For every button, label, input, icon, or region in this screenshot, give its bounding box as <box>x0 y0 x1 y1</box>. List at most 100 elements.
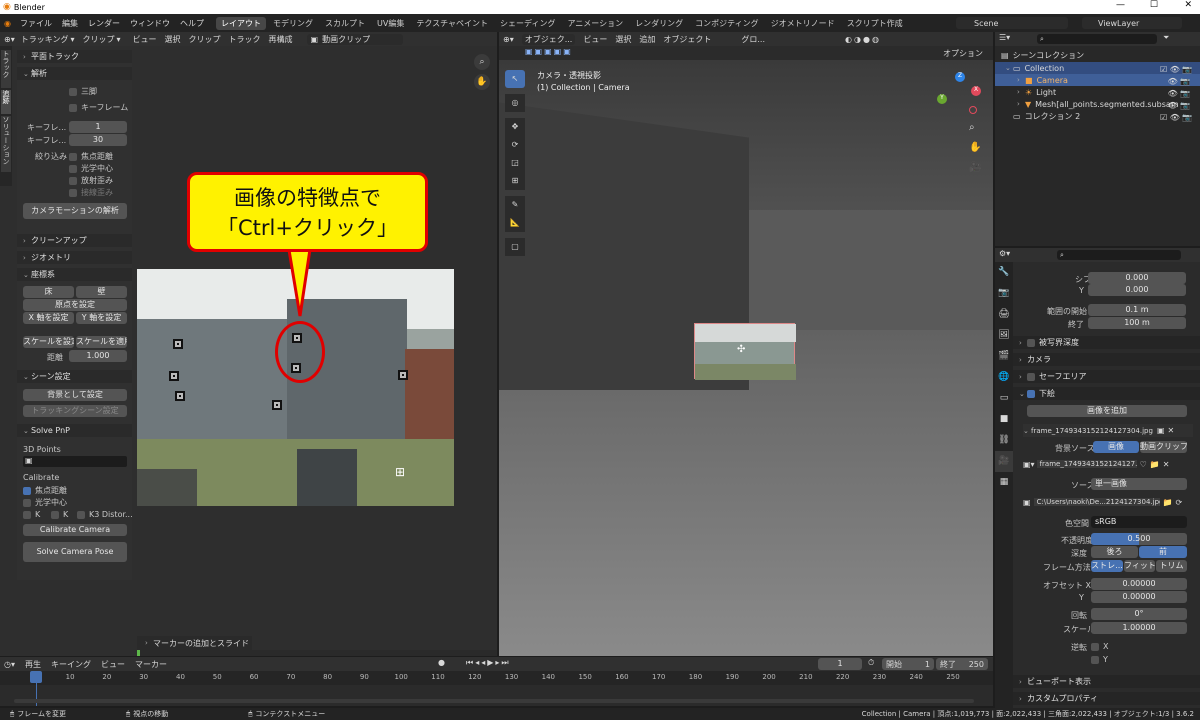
record-button[interactable]: ● <box>438 658 445 667</box>
panel-scene-setup[interactable]: ⌄ シーン設定 <box>17 370 132 383</box>
add-image-button[interactable]: 画像を追加 <box>1027 405 1187 417</box>
transform-orientation-dropdown[interactable]: グロ... <box>741 34 765 45</box>
timeline[interactable]: 1102030405060708090100110120130140150160… <box>0 671 993 706</box>
camera-panel[interactable]: › カメラ <box>1013 353 1200 366</box>
browse-folder-icon[interactable]: 📁 <box>1163 498 1173 507</box>
world-tab-icon[interactable]: 🌐 <box>995 367 1013 388</box>
offset-x-field[interactable]: 0.00000 <box>1091 578 1187 590</box>
tab-track[interactable]: トラック <box>1 50 11 88</box>
viewport-menu-item-3[interactable]: オブジェクト <box>663 34 711 45</box>
track-marker[interactable] <box>173 339 183 349</box>
panel-solve-pnp[interactable]: ⌄ Solve PnP <box>17 424 132 437</box>
workspace-tab-9[interactable]: ジオメトリノード <box>766 17 840 30</box>
k1-checkbox[interactable]: K <box>23 510 40 519</box>
tab-solution[interactable]: ソリューション <box>1 116 11 172</box>
clip-end-field[interactable]: 100 m <box>1088 317 1186 329</box>
frame-stretch-button[interactable]: ストレ... <box>1091 560 1123 572</box>
timeline-menu-item-1[interactable]: キーイング <box>51 659 91 670</box>
workspace-tab-7[interactable]: レンダリング <box>630 17 688 30</box>
offset-y-field[interactable]: 0.00000 <box>1091 591 1187 603</box>
measure-tool-icon[interactable]: 📐 <box>505 214 525 232</box>
cal-focal-checkbox[interactable]: 焦点距離 <box>23 485 67 496</box>
scene-tab-icon[interactable]: 🎬 <box>995 346 1013 367</box>
refine-optical-checkbox[interactable]: 光学中心 <box>69 163 113 174</box>
depth-front-button[interactable]: 前 <box>1139 546 1187 558</box>
rotation-field[interactable]: 0° <box>1091 608 1187 620</box>
menu-item-1[interactable]: 編集 <box>62 18 78 29</box>
viewlayer-selector[interactable]: ViewLayer <box>1082 17 1182 29</box>
viewport-shading-icons[interactable]: ◐◑●◍ <box>845 35 881 44</box>
properties-search[interactable]: ⌕ <box>1057 250 1181 260</box>
depth-back-button[interactable]: 後ろ <box>1091 546 1138 558</box>
menu-item-3[interactable]: ウィンドウ <box>130 18 170 29</box>
outliner-editor-icon[interactable]: ☰▾ <box>999 33 1010 42</box>
panel-cleanup[interactable]: › クリーンアップ <box>17 234 132 247</box>
menu-item-4[interactable]: ヘルプ <box>180 18 204 29</box>
add-cube-tool-icon[interactable]: ▢ <box>505 238 525 256</box>
close-window-button[interactable]: ✕ <box>1184 0 1192 10</box>
minimize-button[interactable]: — <box>1116 0 1125 10</box>
viewport-pan-icon[interactable]: ✋ <box>969 142 981 153</box>
viewport-display-panel[interactable]: › ビューポート表示 <box>1013 675 1200 688</box>
move-tool-icon[interactable]: ✥ <box>505 118 525 136</box>
outliner-search[interactable]: ⌕ <box>1037 34 1157 44</box>
setup-tracking-scene-button[interactable]: トラッキングシーン設定 <box>23 405 127 417</box>
end-frame-field[interactable]: 終了 250 <box>936 658 988 670</box>
track-marker[interactable] <box>398 370 408 380</box>
clip-menu-item-3[interactable]: トラック <box>229 34 261 45</box>
clip-menu-item-0[interactable]: ビュー <box>133 34 157 45</box>
k2-checkbox[interactable]: K <box>51 510 68 519</box>
workspace-tab-1[interactable]: モデリング <box>268 17 318 30</box>
workspace-tab-3[interactable]: UV編集 <box>372 17 409 30</box>
panel-solve[interactable]: ⌄ 解析 <box>17 67 132 80</box>
clip-menu-item-2[interactable]: クリップ <box>189 34 221 45</box>
bg-visibility-icon[interactable]: ▣ <box>1157 426 1165 435</box>
camera-bg-image[interactable]: ✣ <box>694 323 796 380</box>
maximize-button[interactable]: ☐ <box>1150 0 1158 10</box>
timeline-scrollbar[interactable] <box>14 699 974 703</box>
texture-tab-icon[interactable]: ▦ <box>995 472 1013 493</box>
transform-tool-icon[interactable]: ⊞ <box>505 172 525 190</box>
opacity-slider[interactable]: 0.500 <box>1091 533 1187 545</box>
colorspace-dropdown[interactable]: sRGB <box>1091 516 1187 528</box>
data-tab-icon[interactable]: 🎥 <box>995 451 1013 472</box>
set-floor-button[interactable]: 床 <box>23 286 74 298</box>
select-mode-icons[interactable]: ▣▣▣▣▣ <box>525 47 573 56</box>
dof-panel[interactable]: › 被写界深度 <box>1013 336 1200 349</box>
bg-image-entry[interactable]: ⌄ frame_1749343152124127304.jpg ▣ ✕ <box>1023 424 1193 437</box>
tab-tracking[interactable]: 追跡 <box>1 90 11 114</box>
timeline-menu-item-3[interactable]: マーカー <box>135 659 167 670</box>
options-dropdown[interactable]: オプション <box>943 48 983 59</box>
scale-field[interactable]: 1.00000 <box>1091 622 1187 634</box>
solve-camera-pose-button[interactable]: Solve Camera Pose <box>23 542 127 562</box>
panel-geometry[interactable]: › ジオメトリ <box>17 251 132 264</box>
clip-pan-icon[interactable]: ✋ <box>474 74 490 90</box>
workspace-tab-10[interactable]: スクリプト作成 <box>842 17 908 30</box>
view-dropdown[interactable]: クリップ <box>83 34 115 45</box>
image-datablock[interactable]: ▣▾ frame_1749343152124127... ♡ 📁 ✕ <box>1023 458 1189 470</box>
custom-props-panel[interactable]: › カスタムプロパティ <box>1013 692 1200 705</box>
clip-start-field[interactable]: 0.1 m <box>1088 304 1186 316</box>
clip-zoom-icon[interactable]: ⌕ <box>474 54 490 70</box>
frame-fit-button[interactable]: フィット <box>1124 560 1155 572</box>
scene-collection-root[interactable]: ▤ シーンコレクション <box>1001 50 1084 61</box>
bg-source-clip-button[interactable]: 動画クリップ <box>1140 441 1187 453</box>
workspace-tab-4[interactable]: テクスチャペイント <box>411 17 493 30</box>
timeline-menu-item-2[interactable]: ビュー <box>101 659 125 670</box>
scene-selector[interactable]: Scene <box>956 17 1068 29</box>
start-frame-field[interactable]: 開始 1 <box>882 658 934 670</box>
bg-remove-icon[interactable]: ✕ <box>1168 426 1175 435</box>
menu-item-2[interactable]: レンダー <box>88 18 120 29</box>
track-marker[interactable] <box>272 400 282 410</box>
set-scale-button[interactable]: スケールを設定 <box>23 336 74 348</box>
playback-controls[interactable]: ⏮◂◂▶▸⏭ <box>466 658 511 668</box>
fake-user-icon[interactable]: ♡ <box>1140 460 1147 469</box>
properties-editor-icon[interactable]: ⚙▾ <box>999 249 1010 258</box>
cursor-tool-icon[interactable]: ◎ <box>505 94 525 112</box>
refine-radial-checkbox[interactable]: 放射歪み <box>69 175 113 186</box>
viewlayer-tab-icon[interactable]: 🖼 <box>995 325 1013 346</box>
keyframe-checkbox[interactable]: キーフレーム <box>69 102 128 113</box>
distance-field[interactable]: 1.000 <box>69 350 127 362</box>
source-dropdown[interactable]: 単一画像 <box>1091 478 1187 490</box>
editor-type-icon[interactable]: ⊕▾ <box>4 35 15 44</box>
